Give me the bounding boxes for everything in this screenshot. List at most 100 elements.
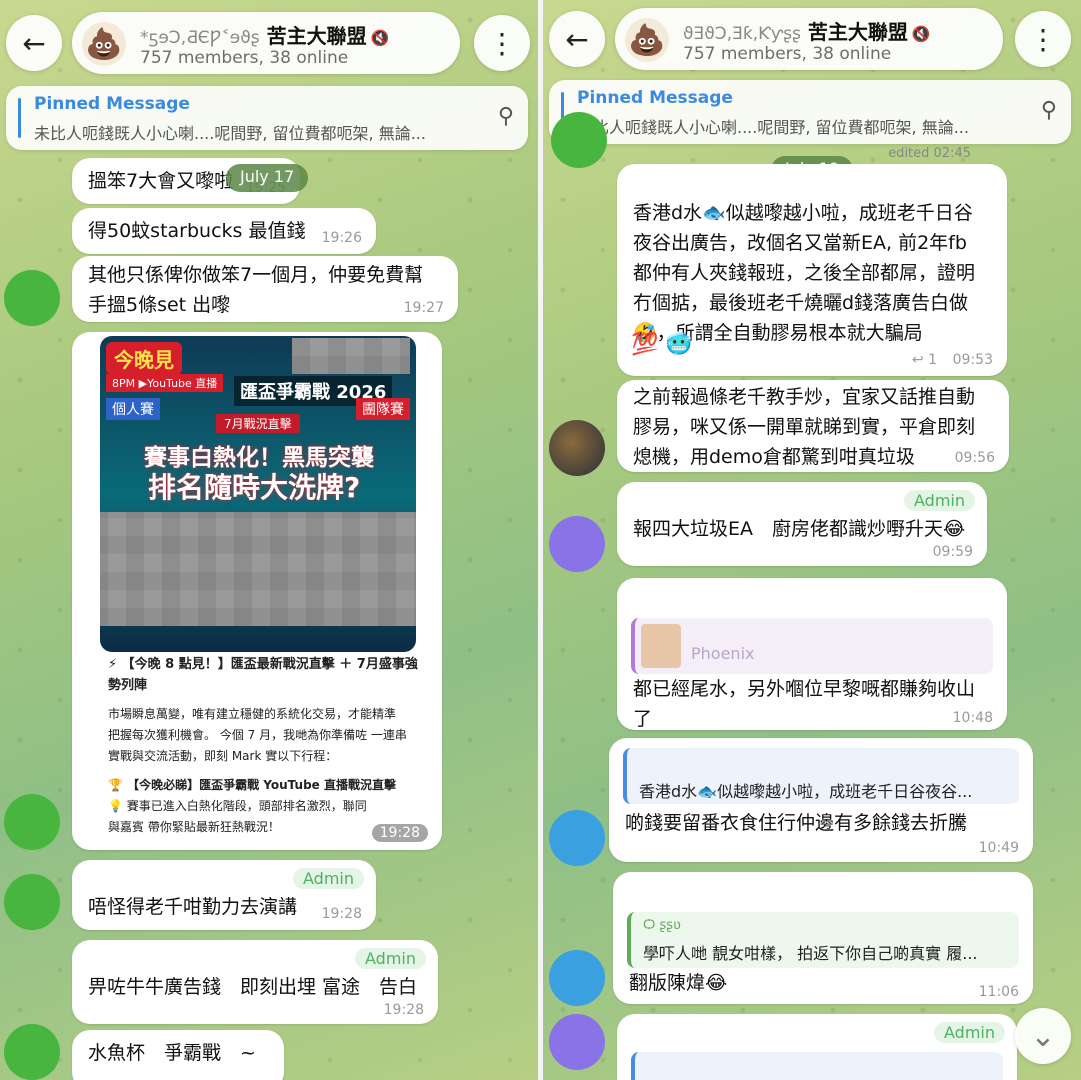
message-bubble[interactable]: Admin (617, 1014, 1017, 1080)
message-text: 報四大垃圾EA 廚房佬都識炒嘢升天😂 (633, 518, 966, 540)
message-text: 香港d水🐟似越嚟越小啦，成班老千日谷 夜谷出廣告，改個名又當新EA, 前2年fb… (633, 202, 976, 344)
more-menu-button[interactable]: ⋮ (1015, 11, 1071, 67)
message-time: 09:56 (954, 450, 995, 466)
reply-thumbnail (641, 624, 681, 668)
scroll-down-button[interactable]: ⌄ (1015, 1008, 1071, 1064)
message-time: 10:48 (952, 710, 993, 726)
message-text: 水魚杯 爭霸戰 ~ (88, 1042, 256, 1064)
pin-list-icon[interactable]: ⚲ (1041, 98, 1057, 123)
mute-icon: 🔇 (370, 29, 390, 47)
member-count: 757 members, 38 online (683, 44, 892, 64)
image-message-bubble[interactable]: 今晚見 8PM ▶YouTube 直播 匯盃爭霸戰 2026 7月戰況直擊 個人… (72, 332, 442, 850)
message-bubble[interactable]: 其他只係俾你做笨7一個月，仲要免費幫 手搵5條set 出嚟 19:27 (72, 256, 458, 322)
message-time: 11:06 (978, 984, 1019, 1000)
more-vertical-icon: ⋮ (1029, 22, 1057, 56)
member-count: 757 members, 38 online (140, 48, 349, 68)
event-poster-image[interactable]: 今晚見 8PM ▶YouTube 直播 匯盃爭霸戰 2026 7月戰況直擊 個人… (100, 336, 416, 652)
reply-text: 學吓人哋 靚女咁樣， 拍返下你自己啲真實 履... (643, 944, 978, 963)
message-bubble[interactable]: 得50蚊starbucks 最值錢 19:26 (72, 208, 376, 254)
chat-header: ← 💩 ϑƎϑƆ,Ǝƙ,Ƙƴʂʂ 苦主大聯盟 🔇 757 members, 38 … (543, 8, 1081, 74)
chevron-down-icon: ⌄ (1030, 1018, 1056, 1054)
message-bubble[interactable]: 香港d水🐟似越嚟越小啦，成班老千日谷夜谷... 啲錢要留番衣食住行仲邊有多餘錢去… (609, 738, 1033, 862)
reply-preview[interactable]: Ѻ ʂʂʋ 學吓人哋 靚女咁樣， 拍返下你自己啲真實 履... (627, 912, 1019, 968)
back-arrow-icon: ← (565, 22, 589, 56)
message-text: 畀咗牛牛廣告錢 即刻出埋 富途 告白 (88, 976, 418, 998)
back-button[interactable]: ← (549, 11, 605, 67)
message-text: 其他只係俾你做笨7一個月，仲要免費幫 手搵5條set 出嚟 (88, 264, 424, 316)
poster-caption: ⚡ 【今晚 8 點見！】匯盃最新戰況直擊 ＋ 7月盛事強勢列陣 市場瞬息萬變，唯… (108, 657, 418, 834)
message-bubble[interactable]: Admin 唔怪得老千咁勤力去演講 19:28 (72, 860, 376, 930)
admin-badge: Admin (904, 490, 975, 511)
admin-badge: Admin (355, 948, 426, 969)
message-text: 唔怪得老千咁勤力去演講 (88, 896, 298, 918)
avatar[interactable] (4, 1024, 60, 1080)
group-name: ϑƎϑƆ,Ǝƙ,Ƙƴʂʂ 苦主大聯盟 🔇 (683, 20, 931, 44)
pinned-message-bar[interactable]: Pinned Message 未比人呃錢既人小心喇....呢間野, 留位費都呃架… (6, 86, 528, 150)
admin-badge: Admin (293, 868, 364, 889)
message-time: 09:59 (932, 544, 973, 560)
back-button[interactable]: ← (6, 15, 62, 71)
message-bubble[interactable]: 水魚杯 爭霸戰 ~ (72, 1030, 284, 1080)
avatar[interactable] (549, 420, 605, 476)
message-text: 都已經尾水，另外嗰位早黎嘅都賺夠收山 了 (633, 678, 976, 730)
pinned-text: 未比人呃錢既人小心喇....呢間野, 留位費都呃架, 無論... (34, 124, 426, 143)
message-bubble[interactable]: Phoenix 都已經尾水，另外嗰位早黎嘅都賺夠收山 了 10:48 (617, 578, 1007, 730)
message-text: 之前報過條老千教手炒，宜家又話推自動 膠易，咪又係一開單就睇到實，平倉即刻 熄機… (633, 386, 976, 468)
group-title-pill[interactable]: 💩 ϑƎϑƆ,Ǝƙ,Ƙƴʂʂ 苦主大聯盟 🔇 757 members, 38 on… (615, 8, 1003, 70)
message-time: 09:53 (952, 352, 993, 368)
more-menu-button[interactable]: ⋮ (474, 15, 530, 71)
left-chat-screen: ← 💩 *ƽɘƆ,ƋЄǷ˂ɘϑʂ 苦主大聯盟 🔇 757 members, 38 … (0, 0, 538, 1080)
poster-headline-2: 排名隨時大洗牌? (148, 471, 361, 504)
message-bubble[interactable]: Ѻ ʂʂʋ 學吓人哋 靚女咁樣， 拍返下你自己啲真實 履... 翻版陳煒😂 11… (613, 872, 1033, 1004)
message-time: 10:49 (978, 840, 1019, 856)
message-bubble[interactable]: Admin 畀咗牛牛廣告錢 即刻出埋 富途 告白 19:28 (72, 940, 438, 1024)
avatar[interactable] (4, 874, 60, 930)
group-title-pill[interactable]: 💩 *ƽɘƆ,ƋЄǷ˂ɘϑʂ 苦主大聯盟 🔇 757 members, 38 on… (72, 12, 460, 74)
date-chip: July 17 (226, 164, 309, 192)
avatar[interactable] (4, 794, 60, 850)
pinned-title: Pinned Message (34, 94, 190, 114)
message-bubble[interactable]: Admin 報四大垃圾EA 廚房佬都識炒嘢升天😂 09:59 (617, 482, 987, 566)
poster-live: 8PM ▶YouTube 直播 (106, 374, 224, 392)
reaction-list[interactable]: 💯 🥶 (631, 332, 693, 357)
group-name: *ƽɘƆ,ƋЄǷ˂ɘϑʂ 苦主大聯盟 🔇 (140, 24, 390, 48)
admin-badge: Admin (934, 1022, 1005, 1043)
poster-left-badge: 個人賽 (106, 398, 160, 420)
back-arrow-icon: ← (22, 26, 46, 60)
message-time: 19:28 (371, 824, 428, 842)
group-avatar: 💩 (82, 22, 126, 66)
reply-preview[interactable]: Phoenix (631, 618, 993, 674)
reply-author: Ѻ ʂʂʋ (643, 918, 681, 933)
reply-count[interactable]: ↩ 1 (912, 352, 937, 368)
message-text: 搵笨7大會又嚟啦 (88, 170, 234, 192)
pinned-indicator (18, 98, 21, 138)
mute-icon: 🔇 (911, 25, 931, 43)
avatar[interactable] (549, 516, 605, 572)
group-avatar: 💩 (625, 18, 669, 62)
more-vertical-icon: ⋮ (488, 26, 516, 60)
reply-preview[interactable] (631, 1052, 1003, 1080)
pin-list-icon[interactable]: ⚲ (498, 104, 514, 129)
avatar[interactable] (549, 1014, 605, 1070)
message-time: 19:28 (383, 1002, 424, 1018)
poster-sub: 7月戰況直擊 (216, 414, 300, 433)
message-time: 19:27 (403, 300, 444, 316)
message-bubble[interactable]: 香港d水🐟似越嚟越小啦，成班老千日谷 夜谷出廣告，改個名又當新EA, 前2年fb… (617, 164, 1007, 376)
message-text: 得50蚊starbucks 最值錢 (88, 220, 306, 242)
pinned-message-bar[interactable]: Pinned Message 未比人呃錢既人小心喇....呢間野, 留位費都呃架… (549, 80, 1071, 144)
message-text: 啲錢要留番衣食住行仲邊有多餘錢去折騰 (625, 812, 968, 834)
pixelated-area (292, 338, 410, 374)
avatar[interactable] (4, 270, 60, 326)
right-chat-screen: ← 💩 ϑƎϑƆ,Ǝƙ,Ƙƴʂʂ 苦主大聯盟 🔇 757 members, 38 … (543, 0, 1081, 1080)
message-time: 19:28 (321, 906, 362, 922)
pixelated-area (100, 512, 416, 626)
avatar[interactable] (551, 112, 607, 168)
reply-preview[interactable]: 香港d水🐟似越嚟越小啦，成班老千日谷夜谷... (623, 748, 1019, 804)
poster-tag: 今晚見 (106, 342, 182, 375)
message-bubble[interactable]: 之前報過條老千教手炒，宜家又話推自動 膠易，咪又係一開單就睇到實，平倉即刻 熄機… (617, 380, 1009, 472)
avatar[interactable] (549, 810, 605, 866)
pinned-text: 未比人呃錢既人小心喇....呢間野, 留位費都呃架, 無論... (577, 118, 969, 137)
pinned-title: Pinned Message (577, 88, 733, 108)
reply-author: Phoenix (691, 644, 755, 663)
avatar[interactable] (549, 950, 605, 1006)
